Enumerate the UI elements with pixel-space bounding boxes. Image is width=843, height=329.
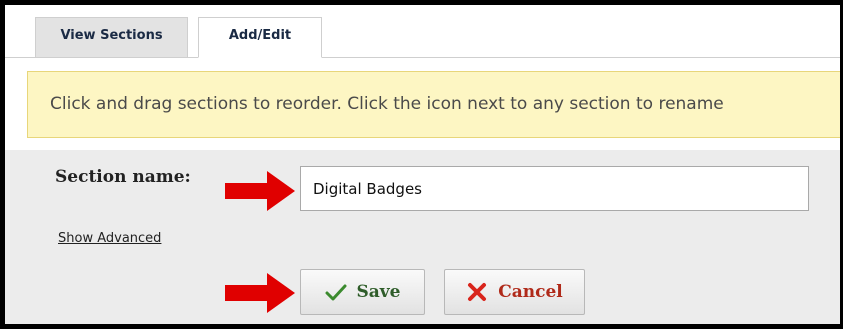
x-icon bbox=[466, 281, 488, 303]
checkmark-icon bbox=[325, 281, 347, 303]
section-name-label: Section name: bbox=[55, 167, 191, 187]
tab-add-edit[interactable]: Add/Edit bbox=[198, 17, 322, 58]
cancel-button-label: Cancel bbox=[498, 282, 563, 302]
screenshot-frame: View Sections Add/Edit Click and drag se… bbox=[0, 0, 843, 329]
save-button[interactable]: Save bbox=[300, 269, 425, 315]
instruction-notice: Click and drag sections to reorder. Clic… bbox=[27, 71, 840, 138]
tab-bar: View Sections Add/Edit bbox=[5, 5, 840, 58]
section-name-input[interactable] bbox=[300, 166, 809, 211]
save-button-label: Save bbox=[356, 282, 401, 302]
cancel-button[interactable]: Cancel bbox=[444, 269, 585, 315]
show-advanced-link[interactable]: Show Advanced bbox=[58, 231, 161, 246]
right-arrow-icon bbox=[225, 171, 295, 211]
tab-view-sections[interactable]: View Sections bbox=[35, 17, 188, 57]
right-arrow-icon bbox=[225, 273, 295, 313]
